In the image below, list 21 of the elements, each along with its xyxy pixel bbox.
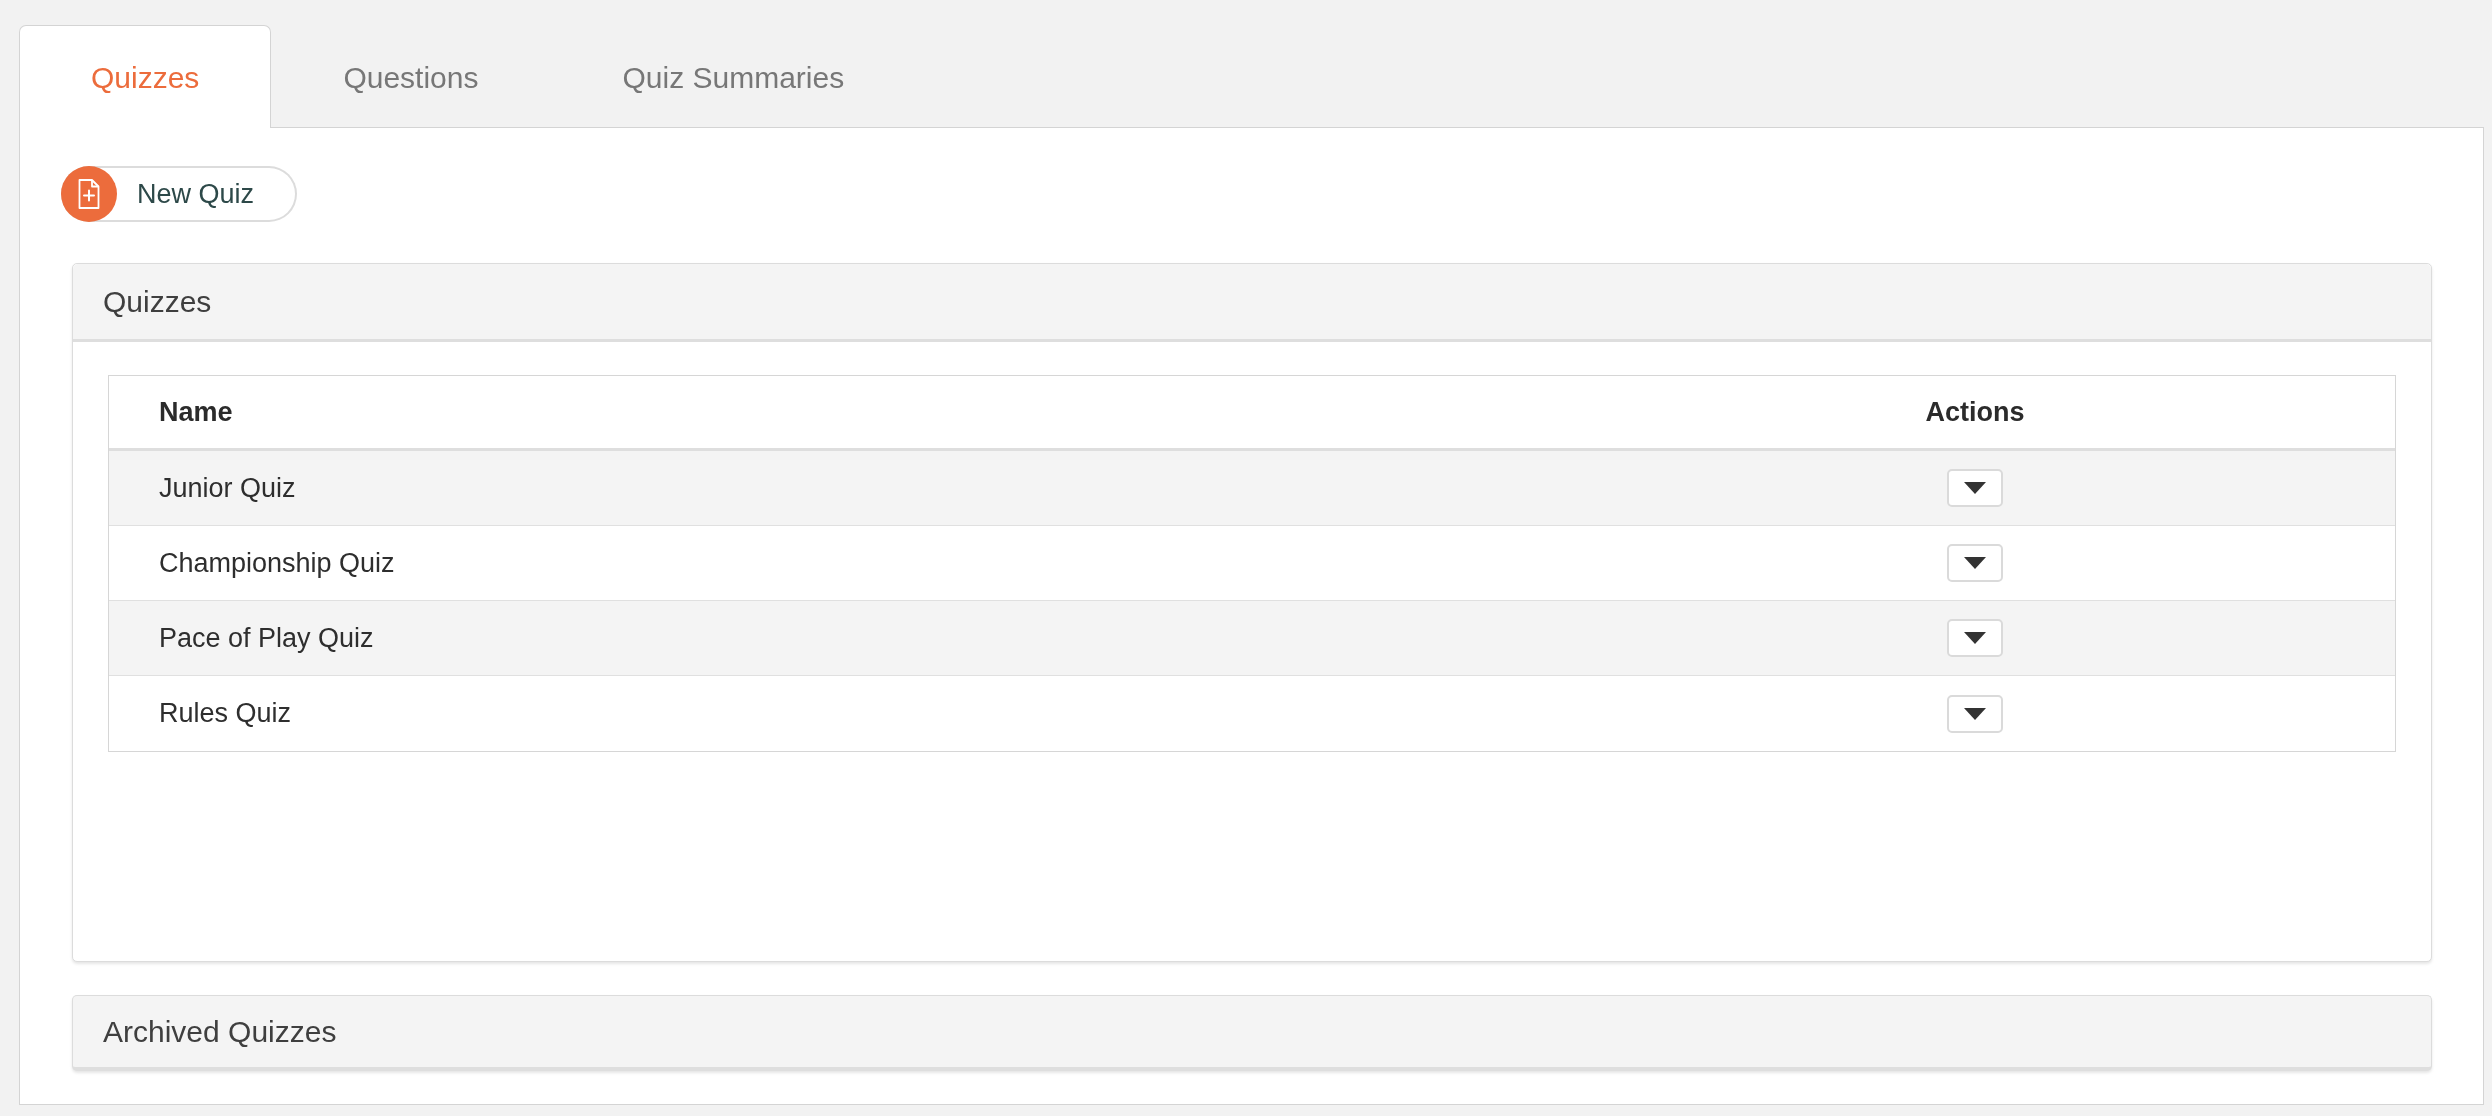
actions-dropdown-button[interactable] <box>1947 694 2003 733</box>
caret-down-icon <box>1964 632 1986 644</box>
tab[interactable]: Quiz Summaries <box>550 25 917 128</box>
caret-down-icon <box>1964 482 1986 494</box>
actions-dropdown-button[interactable] <box>1947 469 2003 507</box>
table-cell-text: Junior Quiz <box>159 471 296 505</box>
new-file-icon <box>61 166 117 222</box>
new-quiz-button[interactable]: New Quiz <box>61 166 297 222</box>
column-header: Actions <box>1925 395 2025 429</box>
caret-down-icon <box>1964 707 1986 720</box>
tab[interactable]: Questions <box>271 25 551 128</box>
actions-dropdown-button[interactable] <box>1947 619 2003 657</box>
tab[interactable]: Quizzes <box>19 25 272 128</box>
panel-title: Archived Quizzes <box>103 1014 337 1050</box>
caret-down-icon <box>1964 557 1986 569</box>
table-cell-text: Championship Quiz <box>159 546 395 580</box>
actions-dropdown-button[interactable] <box>1947 544 2003 582</box>
column-header: Name <box>159 395 233 429</box>
table-cell-text: Pace of Play Quiz <box>159 621 374 655</box>
panel-title: Quizzes <box>103 284 212 320</box>
table-cell-text: Rules Quiz <box>159 697 292 731</box>
